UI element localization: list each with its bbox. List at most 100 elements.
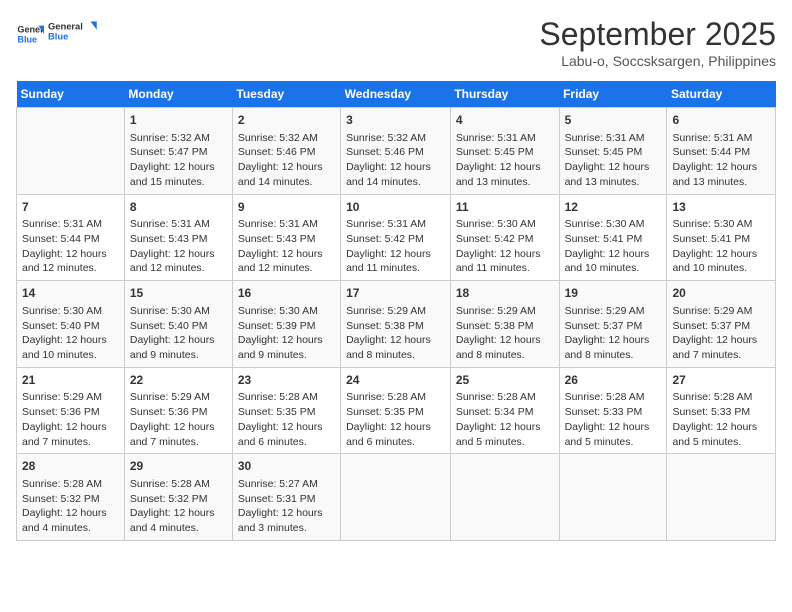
cell-info: Sunrise: 5:30 AM — [130, 304, 227, 319]
cell-info: and 8 minutes. — [346, 348, 445, 363]
calendar-cell: 18Sunrise: 5:29 AMSunset: 5:38 PMDayligh… — [450, 281, 559, 368]
day-number: 7 — [22, 199, 119, 216]
calendar-cell: 23Sunrise: 5:28 AMSunset: 5:35 PMDayligh… — [232, 367, 340, 454]
cell-info: and 14 minutes. — [346, 175, 445, 190]
cell-info: and 11 minutes. — [346, 261, 445, 276]
cell-info: Sunset: 5:43 PM — [130, 232, 227, 247]
cell-info: Daylight: 12 hours — [456, 247, 554, 262]
cell-info: Sunrise: 5:30 AM — [565, 217, 662, 232]
cell-info: Sunrise: 5:31 AM — [130, 217, 227, 232]
day-number: 15 — [130, 285, 227, 302]
cell-info: Sunset: 5:37 PM — [565, 319, 662, 334]
cell-info: Sunset: 5:31 PM — [238, 492, 335, 507]
cell-info: Sunrise: 5:31 AM — [672, 131, 770, 146]
cell-info: Daylight: 12 hours — [456, 420, 554, 435]
calendar-week-row: 1Sunrise: 5:32 AMSunset: 5:47 PMDaylight… — [17, 108, 776, 195]
cell-info: Daylight: 12 hours — [346, 420, 445, 435]
calendar-week-row: 14Sunrise: 5:30 AMSunset: 5:40 PMDayligh… — [17, 281, 776, 368]
cell-info: Sunrise: 5:29 AM — [346, 304, 445, 319]
cell-info: Daylight: 12 hours — [346, 160, 445, 175]
cell-info: Sunrise: 5:31 AM — [22, 217, 119, 232]
cell-info: Daylight: 12 hours — [130, 247, 227, 262]
cell-info: Sunset: 5:41 PM — [565, 232, 662, 247]
calendar-cell — [450, 454, 559, 541]
svg-text:Blue: Blue — [17, 34, 37, 44]
cell-info: and 14 minutes. — [238, 175, 335, 190]
header-thursday: Thursday — [450, 81, 559, 108]
cell-info: Sunrise: 5:28 AM — [565, 390, 662, 405]
calendar-cell: 15Sunrise: 5:30 AMSunset: 5:40 PMDayligh… — [124, 281, 232, 368]
cell-info: Sunrise: 5:32 AM — [346, 131, 445, 146]
header-sunday: Sunday — [17, 81, 125, 108]
cell-info: Sunset: 5:43 PM — [238, 232, 335, 247]
calendar-cell: 12Sunrise: 5:30 AMSunset: 5:41 PMDayligh… — [559, 194, 667, 281]
cell-info: and 11 minutes. — [456, 261, 554, 276]
cell-info: Sunset: 5:45 PM — [565, 145, 662, 160]
cell-info: Sunrise: 5:28 AM — [22, 477, 119, 492]
page-title: September 2025 — [539, 16, 776, 53]
cell-info: Daylight: 12 hours — [130, 506, 227, 521]
day-number: 4 — [456, 112, 554, 129]
cell-info: and 7 minutes. — [22, 435, 119, 450]
header-monday: Monday — [124, 81, 232, 108]
calendar-header-row: SundayMondayTuesdayWednesdayThursdayFrid… — [17, 81, 776, 108]
calendar-cell: 7Sunrise: 5:31 AMSunset: 5:44 PMDaylight… — [17, 194, 125, 281]
cell-info: Daylight: 12 hours — [672, 247, 770, 262]
header-friday: Friday — [559, 81, 667, 108]
cell-info: Sunset: 5:36 PM — [130, 405, 227, 420]
cell-info: Daylight: 12 hours — [238, 160, 335, 175]
calendar-cell: 30Sunrise: 5:27 AMSunset: 5:31 PMDayligh… — [232, 454, 340, 541]
calendar-cell: 6Sunrise: 5:31 AMSunset: 5:44 PMDaylight… — [667, 108, 776, 195]
calendar-cell: 11Sunrise: 5:30 AMSunset: 5:42 PMDayligh… — [450, 194, 559, 281]
cell-info: and 10 minutes. — [565, 261, 662, 276]
cell-info: and 13 minutes. — [565, 175, 662, 190]
day-number: 3 — [346, 112, 445, 129]
cell-info: Daylight: 12 hours — [456, 160, 554, 175]
calendar-cell: 28Sunrise: 5:28 AMSunset: 5:32 PMDayligh… — [17, 454, 125, 541]
cell-info: and 8 minutes. — [456, 348, 554, 363]
calendar-cell: 9Sunrise: 5:31 AMSunset: 5:43 PMDaylight… — [232, 194, 340, 281]
cell-info: Daylight: 12 hours — [130, 160, 227, 175]
calendar-cell: 8Sunrise: 5:31 AMSunset: 5:43 PMDaylight… — [124, 194, 232, 281]
day-number: 26 — [565, 372, 662, 389]
cell-info: Daylight: 12 hours — [238, 247, 335, 262]
calendar-week-row: 7Sunrise: 5:31 AMSunset: 5:44 PMDaylight… — [17, 194, 776, 281]
day-number: 17 — [346, 285, 445, 302]
day-number: 29 — [130, 458, 227, 475]
svg-text:Blue: Blue — [48, 32, 68, 42]
cell-info: Daylight: 12 hours — [565, 247, 662, 262]
calendar-cell: 29Sunrise: 5:28 AMSunset: 5:32 PMDayligh… — [124, 454, 232, 541]
cell-info: Sunrise: 5:31 AM — [346, 217, 445, 232]
cell-info: Sunset: 5:35 PM — [238, 405, 335, 420]
day-number: 20 — [672, 285, 770, 302]
cell-info: Sunrise: 5:28 AM — [130, 477, 227, 492]
cell-info: Sunrise: 5:29 AM — [22, 390, 119, 405]
calendar-cell: 17Sunrise: 5:29 AMSunset: 5:38 PMDayligh… — [341, 281, 451, 368]
calendar-cell — [341, 454, 451, 541]
cell-info: and 6 minutes. — [238, 435, 335, 450]
cell-info: Sunset: 5:41 PM — [672, 232, 770, 247]
cell-info: Sunset: 5:45 PM — [456, 145, 554, 160]
cell-info: Daylight: 12 hours — [22, 420, 119, 435]
cell-info: Sunrise: 5:30 AM — [672, 217, 770, 232]
day-number: 28 — [22, 458, 119, 475]
day-number: 27 — [672, 372, 770, 389]
calendar-cell: 16Sunrise: 5:30 AMSunset: 5:39 PMDayligh… — [232, 281, 340, 368]
cell-info: and 9 minutes. — [238, 348, 335, 363]
cell-info: Sunset: 5:38 PM — [346, 319, 445, 334]
cell-info: Sunrise: 5:28 AM — [456, 390, 554, 405]
cell-info: Daylight: 12 hours — [456, 333, 554, 348]
cell-info: Daylight: 12 hours — [672, 420, 770, 435]
cell-info: Sunset: 5:38 PM — [456, 319, 554, 334]
cell-info: Sunrise: 5:29 AM — [565, 304, 662, 319]
calendar-cell — [667, 454, 776, 541]
cell-info: Daylight: 12 hours — [565, 160, 662, 175]
calendar-cell: 27Sunrise: 5:28 AMSunset: 5:33 PMDayligh… — [667, 367, 776, 454]
cell-info: Sunset: 5:39 PM — [238, 319, 335, 334]
cell-info: Sunset: 5:46 PM — [346, 145, 445, 160]
cell-info: Sunset: 5:36 PM — [22, 405, 119, 420]
cell-info: Daylight: 12 hours — [22, 333, 119, 348]
cell-info: Daylight: 12 hours — [346, 247, 445, 262]
cell-info: and 12 minutes. — [238, 261, 335, 276]
day-number: 19 — [565, 285, 662, 302]
